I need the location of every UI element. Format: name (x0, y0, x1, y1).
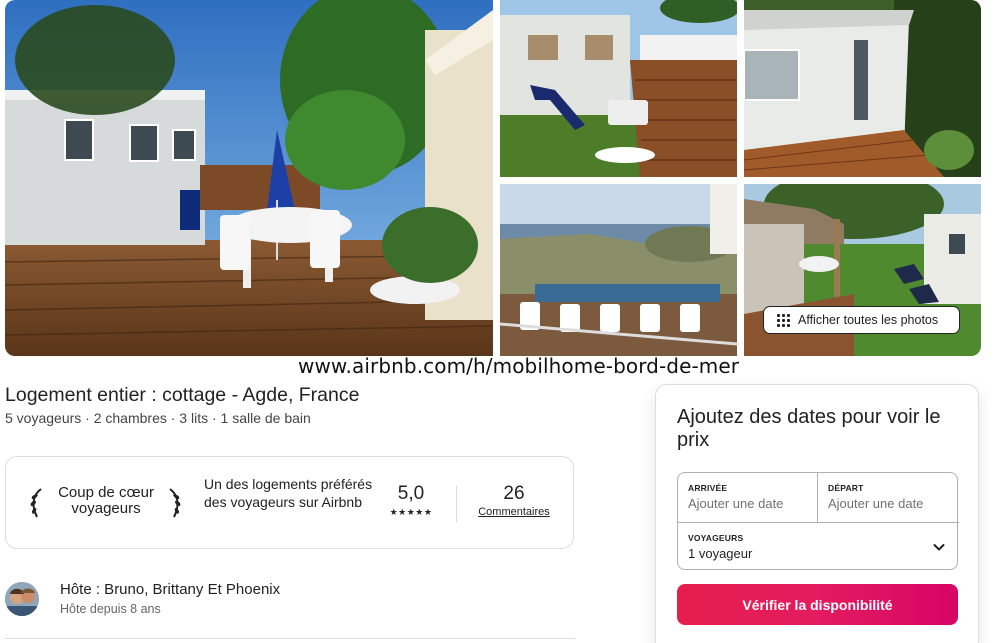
photo-4[interactable] (500, 184, 737, 356)
star-icon: ★★★★★ (389, 507, 433, 517)
avatar-photo (5, 582, 39, 616)
guests-value: 1 voyageur (688, 546, 753, 561)
photo-gallery: Afficher toutes les photos (5, 0, 981, 356)
host-name: Hôte : Bruno, Brittany Et Phoenix (60, 581, 281, 598)
date-guest-picker: ARRIVÉE Ajouter une date DÉPART Ajouter … (677, 472, 959, 571)
chevron-down-icon (933, 544, 945, 551)
listing-title: Logement entier : cottage - Agde, France (5, 384, 360, 406)
sea-view-photo (500, 184, 737, 356)
guest-favorite-description: Un des logements préférés des voyageurs … (204, 476, 373, 510)
terrace-photo (5, 0, 493, 356)
rating-value: 5,0 (397, 483, 425, 504)
show-all-photos-button[interactable]: Afficher toutes les photos (763, 306, 960, 334)
booking-card: Ajoutez des dates pour voir le prix ARRI… (655, 384, 979, 643)
checkin-value: Ajouter une date (688, 496, 784, 511)
rating-block: 5,0 ★★★★★ (376, 483, 446, 517)
reviews-link[interactable]: Commentaires (471, 506, 557, 518)
checkout-field[interactable]: DÉPART Ajouter une date (818, 473, 959, 522)
side-deck-photo (744, 0, 981, 177)
booking-heading: Ajoutez des dates pour voir le prix (677, 406, 941, 451)
laurel-left-icon (30, 488, 42, 518)
host-row: Hôte : Bruno, Brittany Et Phoenix Hôte d… (5, 580, 575, 630)
watermark-url: www.airbnb.com/h/mobilhome-bord-de-mer (298, 354, 740, 378)
laurel-right-icon (169, 488, 181, 518)
host-since: Hôte depuis 8 ans (60, 602, 161, 616)
reviews-block[interactable]: 26 Commentaires (471, 483, 557, 518)
checkin-label: ARRIVÉE (688, 483, 728, 493)
checkin-field[interactable]: ARRIVÉE Ajouter une date (678, 473, 818, 522)
show-all-photos-label: Afficher toutes les photos (798, 313, 939, 327)
host-avatar[interactable] (5, 582, 39, 616)
loungers-photo (500, 0, 737, 177)
guest-favorite-card[interactable]: Coup de cœur voyageurs Un des logements … (5, 456, 574, 549)
guests-label: VOYAGEURS (688, 533, 744, 543)
divider (456, 486, 457, 522)
checkout-value: Ajouter une date (828, 496, 924, 511)
guests-select[interactable]: VOYAGEURS 1 voyageur (678, 522, 959, 571)
reviews-count: 26 (503, 483, 525, 504)
guest-favorite-badge: Coup de cœur voyageurs (58, 484, 154, 517)
checkout-label: DÉPART (828, 483, 864, 493)
listing-subtitle: 5 voyageurs · 2 chambres · 3 lits · 1 sa… (5, 410, 311, 426)
photo-3[interactable] (744, 0, 981, 177)
check-availability-button[interactable]: Vérifier la disponibilité (677, 584, 958, 625)
photo-2[interactable] (500, 0, 737, 177)
grid-icon (777, 313, 790, 327)
section-divider (5, 638, 575, 639)
photo-main[interactable] (5, 0, 493, 356)
